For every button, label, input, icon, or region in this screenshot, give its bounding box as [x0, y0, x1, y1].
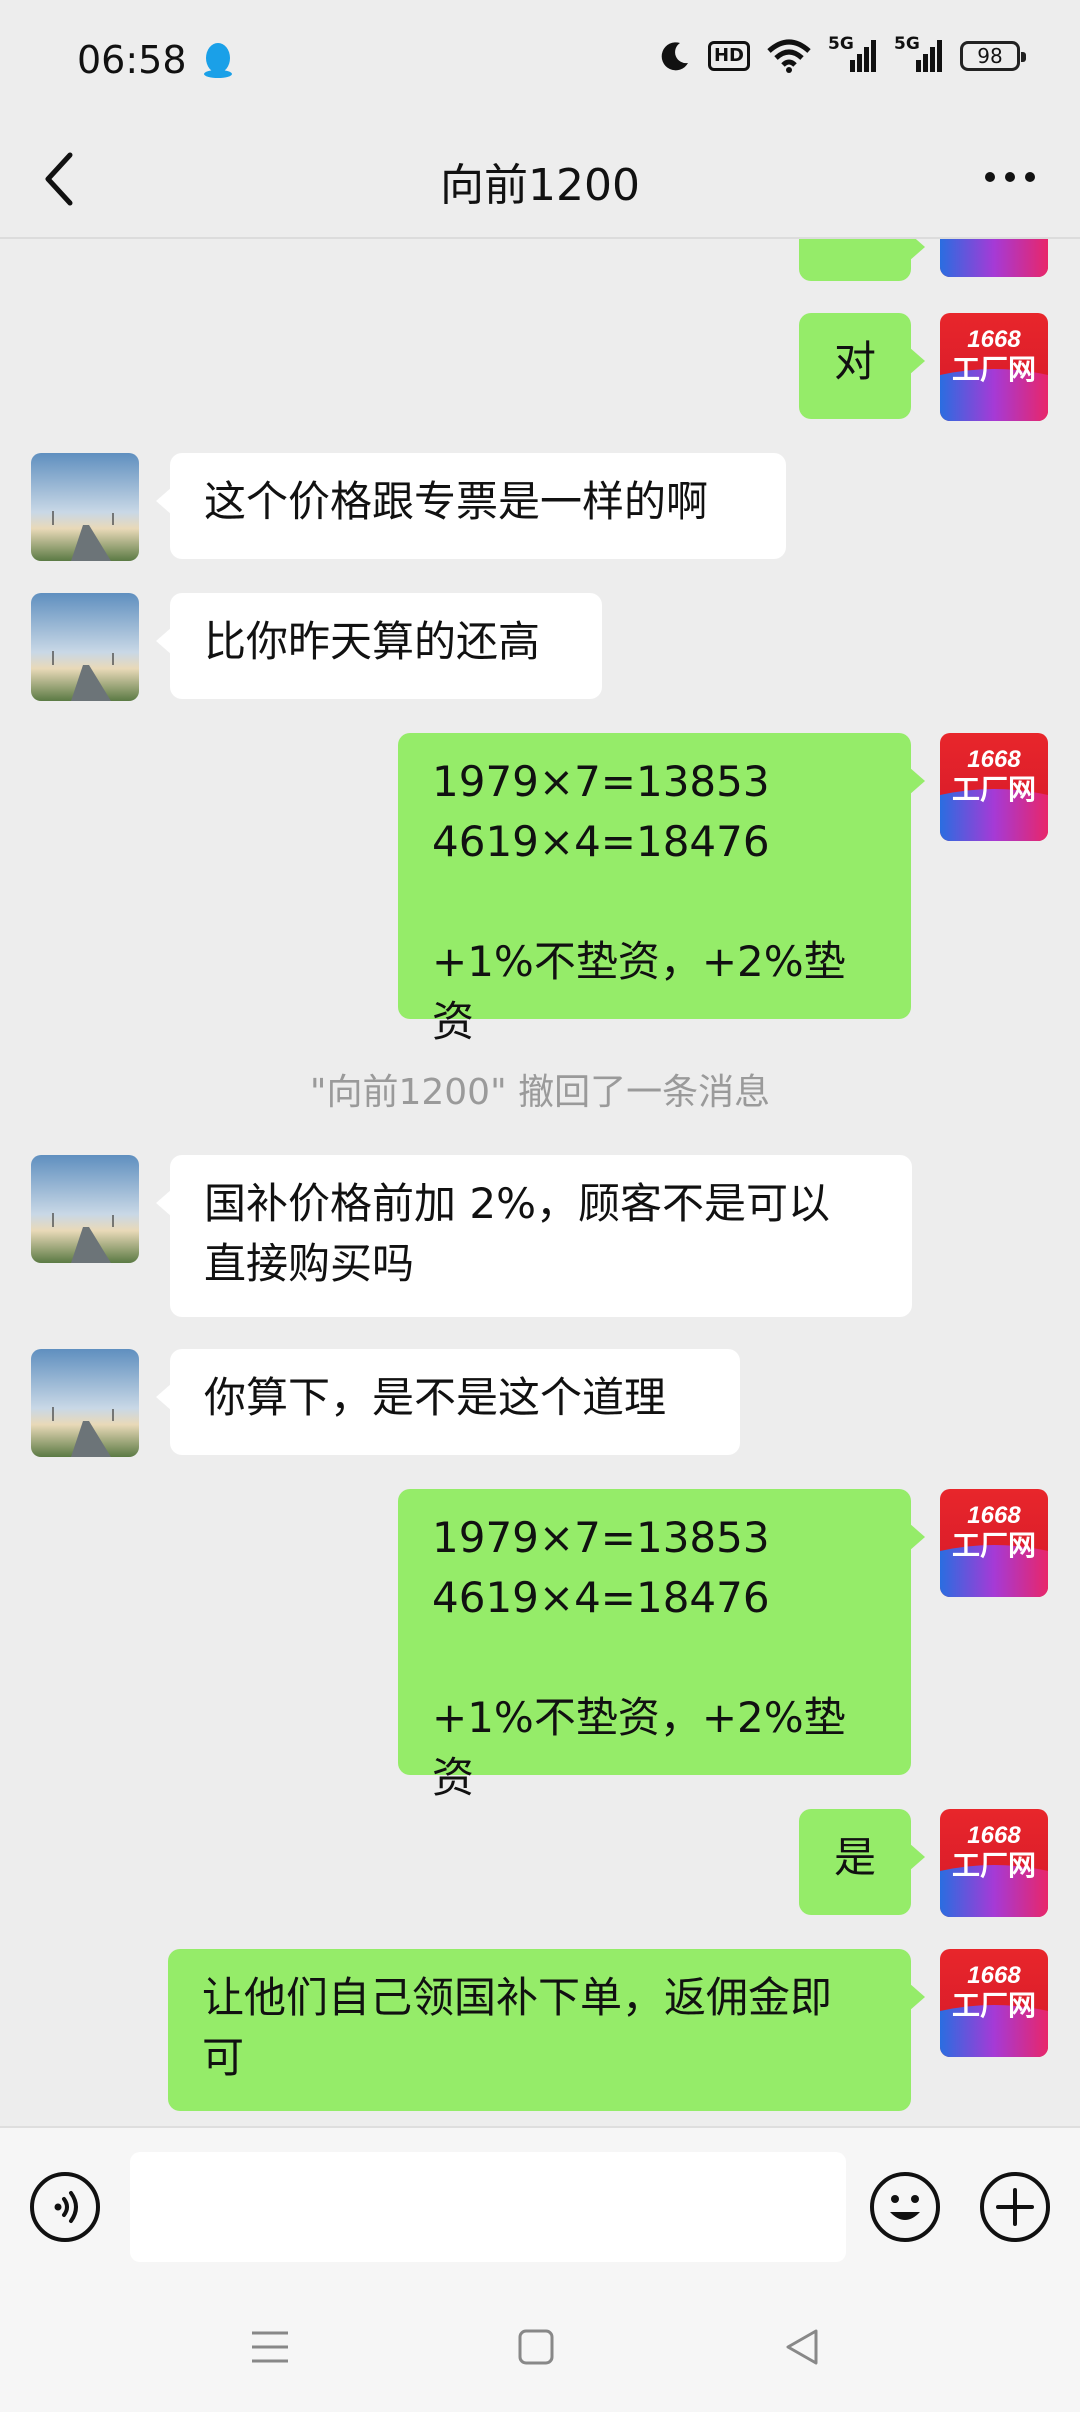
avatar-badge-name: 工厂网 — [952, 1849, 1036, 1882]
avatar-badge-number: 1668 — [967, 746, 1021, 773]
recall-notice: "向前1200" 撤回了一条消息 — [309, 1072, 771, 1113]
contact-avatar[interactable] — [31, 1155, 139, 1263]
message-bubble[interactable]: 1979×7=13853 4619×4=18476 +1%不垫资，+2%垫资 — [398, 733, 925, 1046]
avatar-badge-number: 1668 — [967, 1962, 1021, 1989]
my-avatar[interactable]: 1668 工厂网 — [940, 1489, 1048, 1597]
message-bubble[interactable]: 你算下，是不是这个道理 — [156, 1349, 740, 1455]
recent-apps-icon[interactable] — [250, 2327, 290, 2367]
message-bubble[interactable]: 是 — [799, 1809, 925, 1915]
moon-icon — [661, 42, 688, 71]
message-bubble[interactable]: 让他们自己领国补下单，返佣金即 可 — [168, 1949, 925, 2111]
contact-avatar[interactable] — [31, 593, 139, 701]
clock: 06:58 — [77, 38, 187, 82]
chat-message-list[interactable]: 对 1668 工厂网 这个价格跟专票是一样的啊 比你昨天算的还高 1979×7=… — [0, 239, 1080, 2126]
avatar-badge-number: 1668 — [967, 1822, 1021, 1849]
hd-voice-icon: HD — [707, 41, 750, 71]
avatar-badge-number: 1668 — [967, 326, 1021, 353]
system-nav-bar — [0, 2282, 1080, 2412]
nav-back-icon[interactable] — [782, 2327, 822, 2367]
plus-icon[interactable] — [978, 2170, 1052, 2244]
my-avatar[interactable]: 1668 工厂网 — [940, 1809, 1048, 1917]
contact-avatar[interactable] — [31, 453, 139, 561]
chat-title: 向前1200 — [440, 160, 640, 211]
wifi-icon — [767, 39, 811, 73]
message-bubble[interactable]: 1979×7=13853 4619×4=18476 +1%不垫资，+2%垫资 — [398, 1489, 925, 1802]
signal-icon-sim2: 5G — [894, 34, 944, 74]
message-bubble[interactable]: 国补价格前加 2%，顾客不是可以 直接购买吗 — [156, 1155, 912, 1317]
emoji-icon[interactable] — [868, 2170, 942, 2244]
my-avatar[interactable]: 1668 工厂网 — [940, 733, 1048, 841]
input-bar — [0, 2126, 1080, 2284]
home-icon[interactable] — [516, 2327, 556, 2367]
avatar-badge-name: 工厂网 — [952, 1529, 1036, 1562]
title-bar: 向前1200 — [0, 125, 1080, 237]
battery-icon: 98 — [960, 41, 1026, 71]
signal-icon-sim1: 5G — [828, 34, 878, 74]
message-bubble[interactable]: 对 — [799, 313, 925, 419]
avatar-badge-number: 1668 — [967, 1502, 1021, 1529]
contact-avatar[interactable] — [31, 1349, 139, 1457]
more-options-icon[interactable] — [982, 169, 1038, 185]
message-bubble[interactable]: 这个价格跟专票是一样的啊 — [156, 453, 786, 559]
qq-penguin-icon — [204, 43, 232, 78]
battery-level: 98 — [977, 44, 1003, 68]
message-input[interactable] — [130, 2152, 846, 2262]
my-avatar[interactable]: 1668 工厂网 — [940, 313, 1048, 421]
avatar-badge-name: 工厂网 — [952, 353, 1036, 386]
avatar-badge-name: 工厂网 — [952, 773, 1036, 806]
message-bubble[interactable]: 比你昨天算的还高 — [156, 593, 602, 699]
message-bubble-partial[interactable] — [799, 239, 925, 281]
my-avatar[interactable]: 1668 工厂网 — [940, 1949, 1048, 2057]
voice-input-icon[interactable] — [28, 2170, 102, 2244]
avatar-badge-name: 工厂网 — [952, 1989, 1036, 2022]
status-bar: 06:58 HD 5G 5G 98 — [0, 0, 1080, 125]
my-avatar[interactable] — [940, 239, 1048, 277]
